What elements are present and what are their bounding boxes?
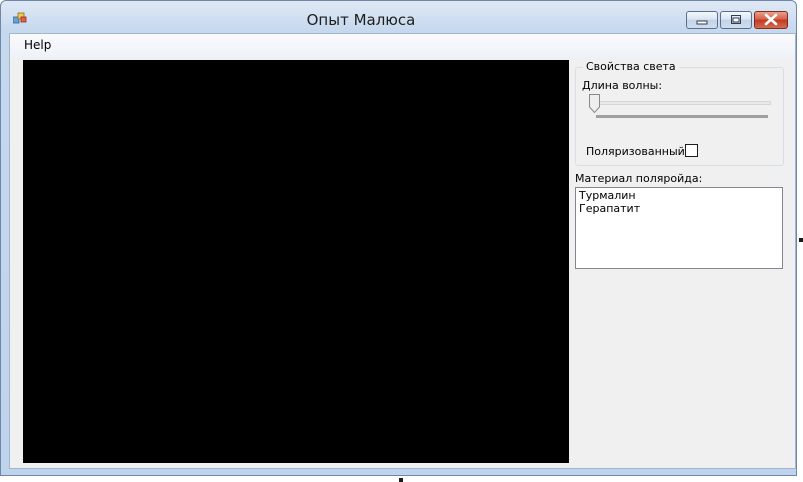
minimize-button[interactable] bbox=[686, 11, 718, 29]
menu-bar: Help bbox=[10, 34, 795, 58]
client-area: Help Свойства света Длина волны: Поляриз… bbox=[9, 33, 796, 469]
polarized-checkbox[interactable] bbox=[685, 144, 698, 157]
list-item-herapathite[interactable]: Герапатит bbox=[579, 202, 779, 215]
wavelength-slider-track[interactable] bbox=[595, 101, 771, 105]
light-properties-legend: Свойства света bbox=[583, 60, 679, 73]
maximize-icon bbox=[731, 15, 741, 24]
resize-handle-right[interactable] bbox=[799, 238, 803, 242]
menu-item-help[interactable]: Help bbox=[20, 38, 55, 52]
resize-handle-bottom[interactable] bbox=[399, 478, 403, 482]
list-item-tourmaline[interactable]: Турмалин bbox=[579, 189, 779, 202]
caption-buttons bbox=[684, 11, 788, 29]
close-button[interactable] bbox=[754, 11, 788, 29]
window-title: Опыт Малюса bbox=[306, 11, 416, 29]
close-icon bbox=[764, 13, 778, 26]
polarized-label: Поляризованный: bbox=[586, 145, 689, 158]
title-bar[interactable]: Опыт Малюса bbox=[1, 1, 796, 33]
minimize-icon bbox=[696, 20, 708, 25]
wavelength-slider-ticks bbox=[596, 115, 768, 118]
wavelength-label: Длина волны: bbox=[582, 79, 663, 92]
wavelength-slider-thumb[interactable] bbox=[589, 94, 600, 113]
polaroid-material-list[interactable]: Турмалин Герапатит bbox=[575, 187, 783, 269]
simulation-canvas[interactable] bbox=[23, 60, 569, 463]
maximize-button[interactable] bbox=[720, 11, 752, 29]
app-window: Опыт Малюса Help Свойства света Длина во… bbox=[0, 0, 797, 476]
light-properties-group: Свойства света Длина волны: Поляризованн… bbox=[575, 60, 784, 166]
polaroid-material-label: Материал поляройда: bbox=[575, 172, 703, 185]
